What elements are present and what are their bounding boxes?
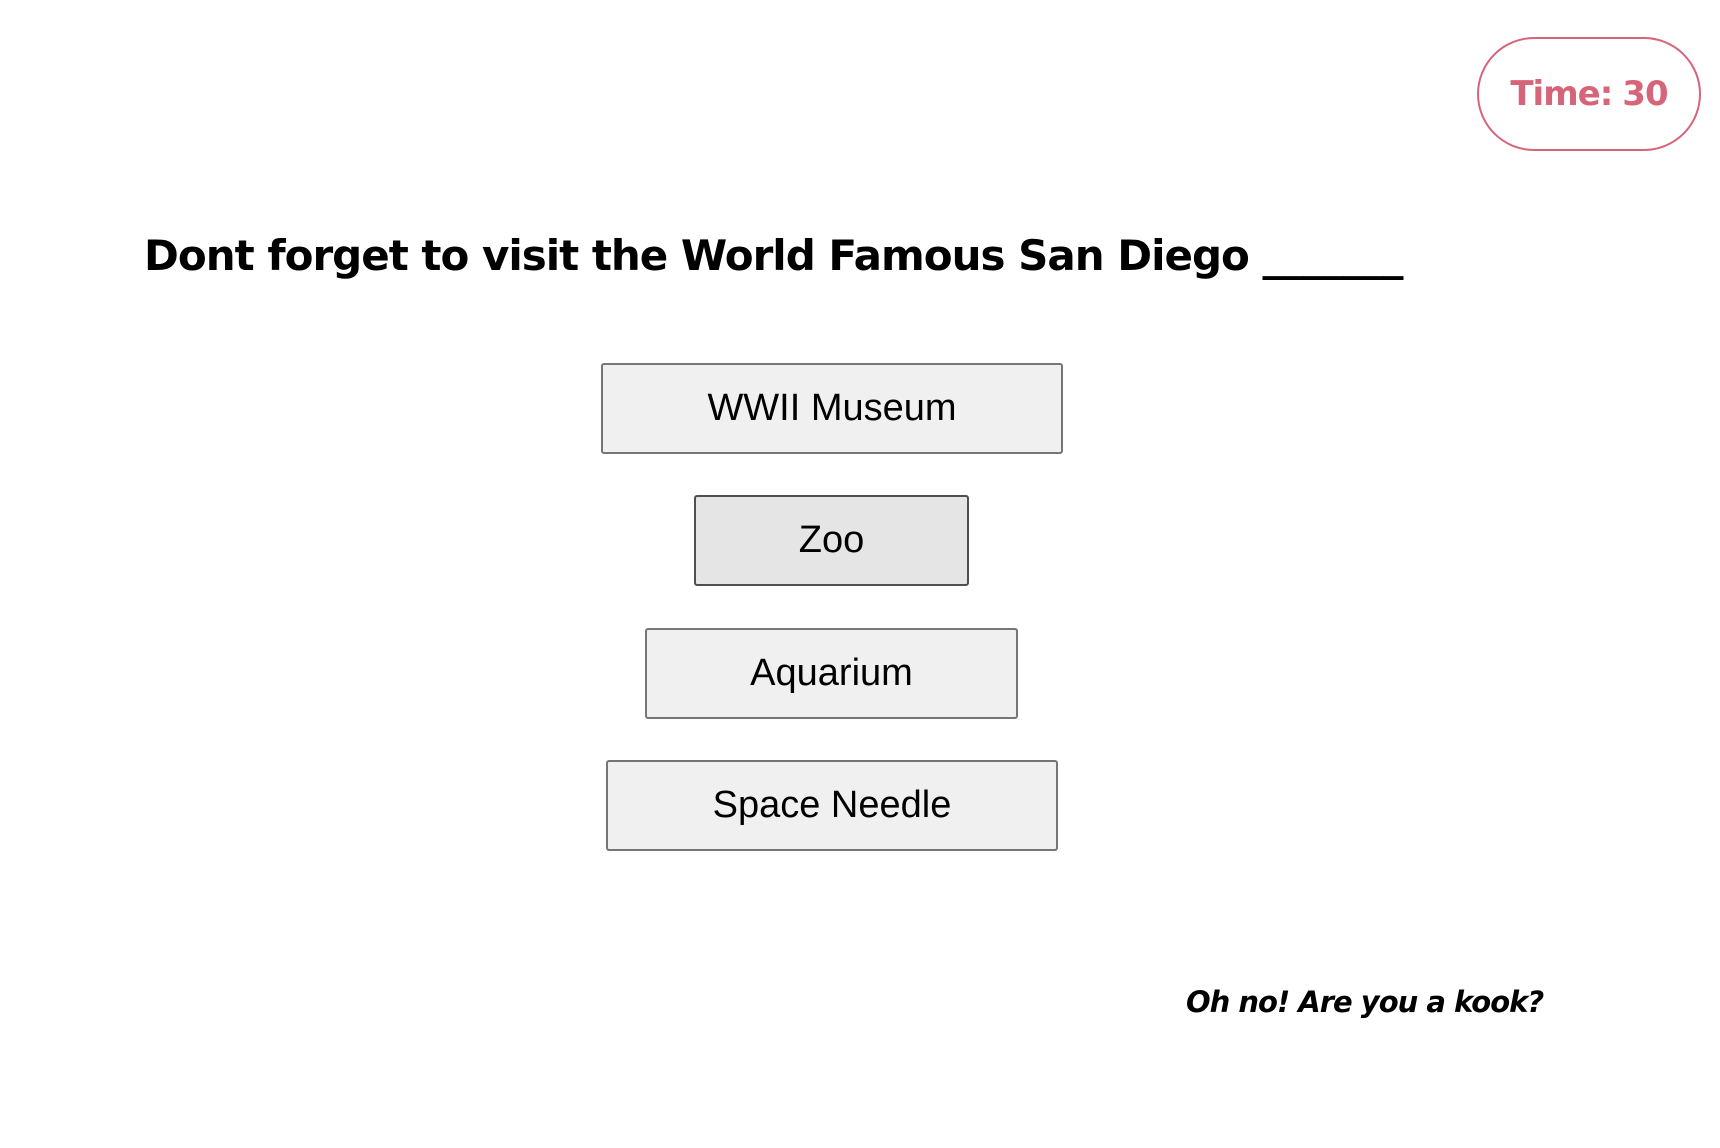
timer-label: Time: <box>1510 74 1613 114</box>
question-text: Dont forget to visit the World Famous Sa… <box>144 231 1404 280</box>
answer-button-zoo[interactable]: Zoo <box>694 495 969 586</box>
timer-value: 30 <box>1622 74 1668 114</box>
timer-badge: Time: 30 <box>1477 37 1701 151</box>
answer-button-space-needle[interactable]: Space Needle <box>606 760 1058 851</box>
feedback-message: Oh no! Are you a kook? <box>1186 985 1544 1019</box>
answer-button-aquarium[interactable]: Aquarium <box>645 628 1018 719</box>
answer-button-wwii-museum[interactable]: WWII Museum <box>601 363 1063 454</box>
